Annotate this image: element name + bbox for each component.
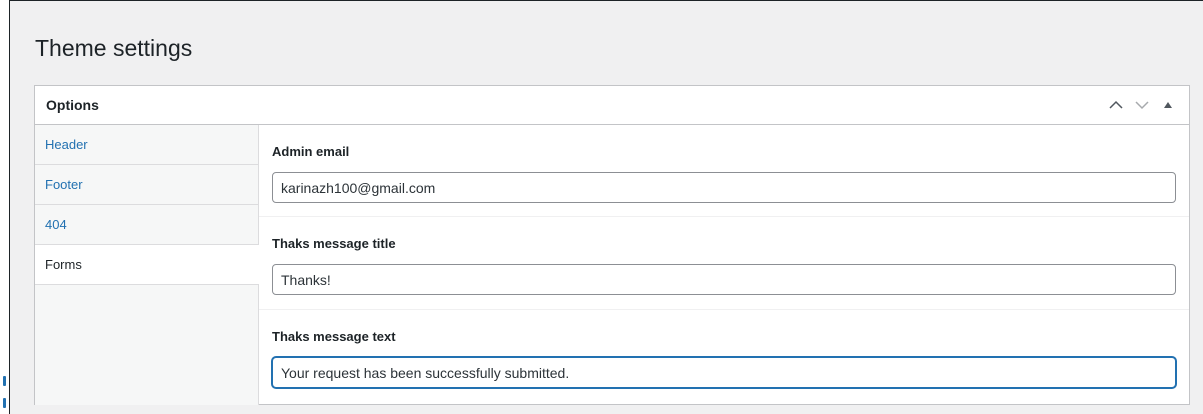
- page-title: Theme settings: [35, 35, 193, 61]
- tab-list: Header Footer 404 Forms: [35, 125, 259, 405]
- admin-email-input[interactable]: [272, 172, 1176, 203]
- tabs-wrap: Header Footer 404 Forms Admin email Thak…: [35, 125, 1189, 405]
- thanks-text-label: Thaks message text: [272, 329, 396, 344]
- handle-actions: [1105, 94, 1189, 116]
- tab-footer[interactable]: Footer: [35, 165, 258, 205]
- field-thanks-text: Thaks message text: [259, 310, 1189, 405]
- toggle-panel-button[interactable]: [1157, 94, 1179, 116]
- tab-forms[interactable]: Forms: [35, 245, 259, 285]
- postbox-header: Options: [35, 86, 1189, 125]
- thanks-text-input[interactable]: [272, 357, 1176, 388]
- postbox-title: Options: [46, 97, 99, 113]
- triangle-up-icon: [1164, 102, 1172, 108]
- edge-mark: [3, 398, 6, 408]
- thanks-title-input[interactable]: [272, 264, 1176, 295]
- chevron-down-icon: [1135, 101, 1149, 110]
- left-edge-marks: [3, 376, 6, 410]
- chevron-up-icon: [1109, 100, 1123, 109]
- fields-panel: Admin email Thaks message title Thaks me…: [259, 125, 1189, 405]
- admin-email-label: Admin email: [272, 144, 350, 159]
- tab-header[interactable]: Header: [35, 125, 258, 165]
- move-down-button[interactable]: [1131, 94, 1153, 116]
- edge-mark: [3, 376, 6, 386]
- thanks-title-label: Thaks message title: [272, 236, 396, 251]
- move-up-button[interactable]: [1105, 94, 1127, 116]
- tab-404[interactable]: 404: [35, 205, 258, 245]
- field-admin-email: Admin email: [259, 125, 1189, 217]
- field-thanks-title: Thaks message title: [259, 217, 1189, 310]
- admin-content-area: Theme settings Options Header Footer 404…: [9, 0, 1203, 414]
- options-postbox: Options Header Footer 404 Forms Admin em…: [34, 85, 1190, 405]
